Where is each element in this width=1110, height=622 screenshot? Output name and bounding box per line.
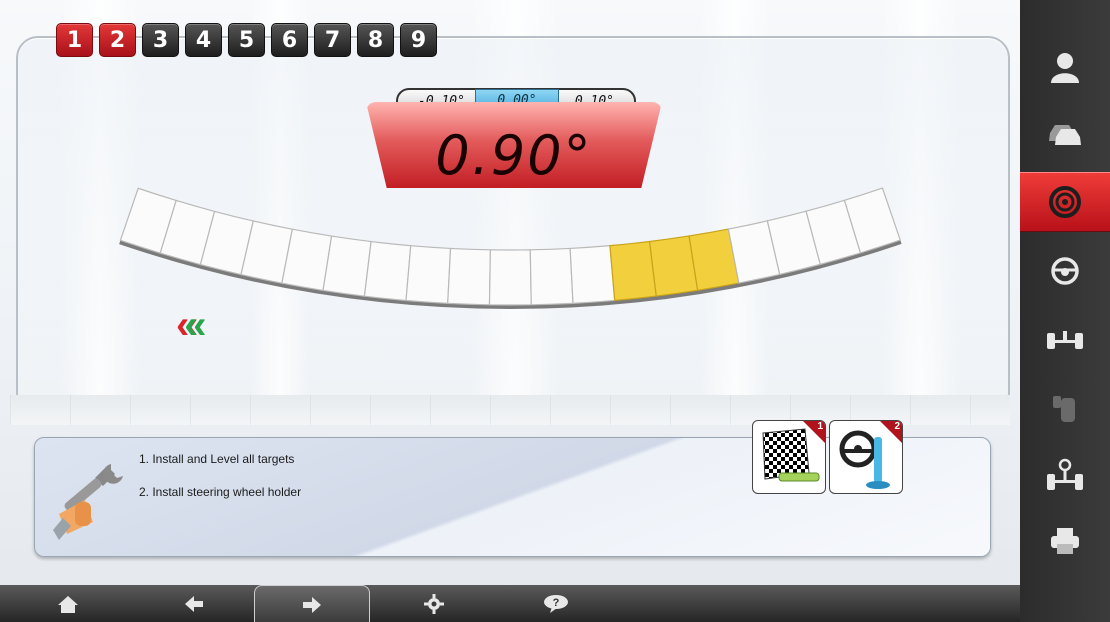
gauge-segment	[529, 247, 574, 306]
settings-button[interactable]	[412, 585, 456, 622]
bottom-toolbar: ?	[0, 585, 1020, 622]
gauge-segment	[405, 245, 452, 305]
gauge-segment	[322, 235, 372, 297]
back-button[interactable]	[172, 585, 216, 622]
tire-icon	[1053, 396, 1075, 422]
sidebar-item-customer[interactable]	[1020, 38, 1110, 96]
svg-text:?: ?	[553, 597, 560, 609]
thumbnail-badge: 2	[894, 421, 900, 432]
direction-arrows-icon: ««	[176, 305, 207, 345]
gauge-segment	[488, 249, 532, 306]
vehicle-icon	[1049, 125, 1081, 145]
arrow-left-green-icon: «	[184, 303, 207, 347]
sidebar-item-tire[interactable]	[1020, 380, 1110, 438]
forward-button[interactable]	[254, 585, 370, 622]
wrench-hand-icon	[53, 464, 123, 540]
steering-wheel-holder-thumbnail[interactable]: 2	[829, 420, 903, 494]
alignment-gauge	[119, 187, 902, 309]
gauge-segment	[569, 245, 616, 304]
sidebar-item-axle-adjust[interactable]	[1020, 446, 1110, 504]
back-arrow-icon	[185, 595, 203, 612]
wheel-alignment-icon	[1049, 186, 1081, 218]
help-button[interactable]: ?	[534, 585, 578, 622]
sidebar-item-vehicle[interactable]	[1020, 104, 1110, 162]
thumbnail-badge: 1	[817, 421, 823, 432]
sidebar-item-steering[interactable]	[1020, 242, 1110, 300]
value-display: 0.90°	[366, 102, 662, 188]
measured-value: 0.90°	[435, 124, 593, 187]
gauge-segment	[363, 240, 412, 302]
home-button[interactable]	[46, 585, 90, 622]
sidebar-item-wheel-alignment[interactable]	[1020, 172, 1110, 232]
axle-adjust-icon	[1047, 458, 1083, 490]
right-sidebar	[1020, 0, 1110, 622]
target-level-thumbnail[interactable]: 1	[752, 420, 826, 494]
sidebar-item-print[interactable]	[1020, 512, 1110, 570]
settings-gear-icon	[424, 593, 444, 614]
printer-icon	[1051, 528, 1079, 554]
forward-arrow-icon	[303, 596, 321, 613]
axle-icon	[1047, 331, 1083, 349]
home-icon	[58, 595, 78, 613]
measurement-readout: -0.10° 0.00° 0.10° 0.90°	[366, 88, 662, 188]
gauge-segment	[609, 240, 657, 302]
customer-icon	[1051, 53, 1079, 83]
instruction-1: 1. Install and Level all targets	[139, 452, 295, 466]
gauge-segment	[447, 247, 492, 306]
steering-wheel-icon	[1051, 257, 1079, 285]
help-icon: ?	[544, 594, 568, 613]
sidebar-item-axle[interactable]	[1020, 312, 1110, 370]
instruction-2: 2. Install steering wheel holder	[139, 485, 302, 499]
main-stage: 123456789 -0.10° 0.00° 0.10° 0.90° «« 1.…	[0, 0, 1020, 622]
